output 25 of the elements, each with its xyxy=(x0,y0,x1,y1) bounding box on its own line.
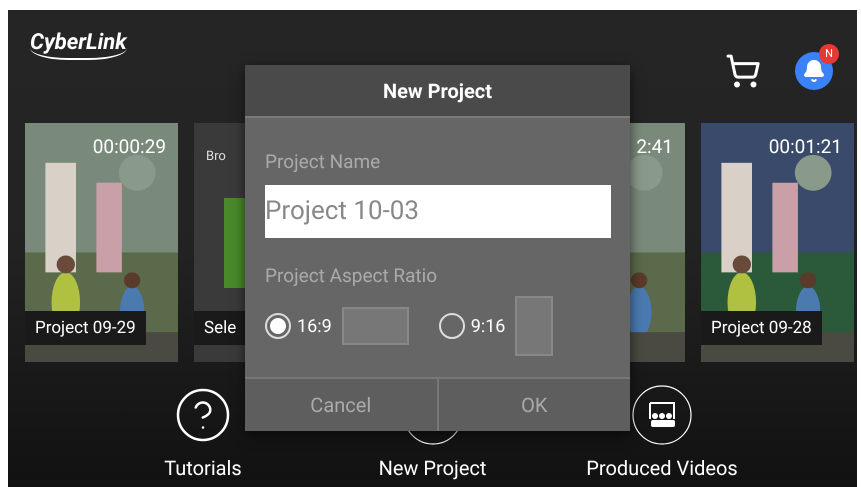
radio-button[interactable] xyxy=(438,313,465,339)
project-name: Project 09-29 xyxy=(25,311,146,345)
notification-badge: N xyxy=(819,44,839,64)
landscape-preview xyxy=(342,307,409,345)
project-name-field[interactable]: Project 10-03 xyxy=(265,184,611,238)
nav-label[interactable]: New Project xyxy=(378,453,486,483)
radio-button[interactable] xyxy=(265,313,291,339)
template-heading: Bro xyxy=(206,148,226,166)
cart-icon[interactable] xyxy=(725,53,761,89)
duration-label: 00:01:21 xyxy=(768,134,842,160)
bell-icon xyxy=(802,59,826,83)
project-name: Project 09-28 xyxy=(701,311,822,345)
ratio-label[interactable]: 16:9 xyxy=(297,312,332,340)
ratio-label[interactable]: 9:16 xyxy=(470,312,506,340)
field-label: Project Aspect Ratio xyxy=(265,262,438,288)
nav-label[interactable]: Tutorials xyxy=(164,453,242,483)
duration-label: 2:41 xyxy=(636,134,673,160)
portrait-preview xyxy=(515,296,554,356)
project-name: Sele xyxy=(194,311,246,345)
audience-screen-icon[interactable] xyxy=(632,385,692,445)
duration-label: 00:00:29 xyxy=(92,134,166,160)
dialog-title: New Project xyxy=(245,65,630,118)
logo: CyberLink xyxy=(30,30,127,60)
field-label: Project Name xyxy=(265,149,382,175)
nav-label[interactable]: Produced Videos xyxy=(586,453,738,483)
